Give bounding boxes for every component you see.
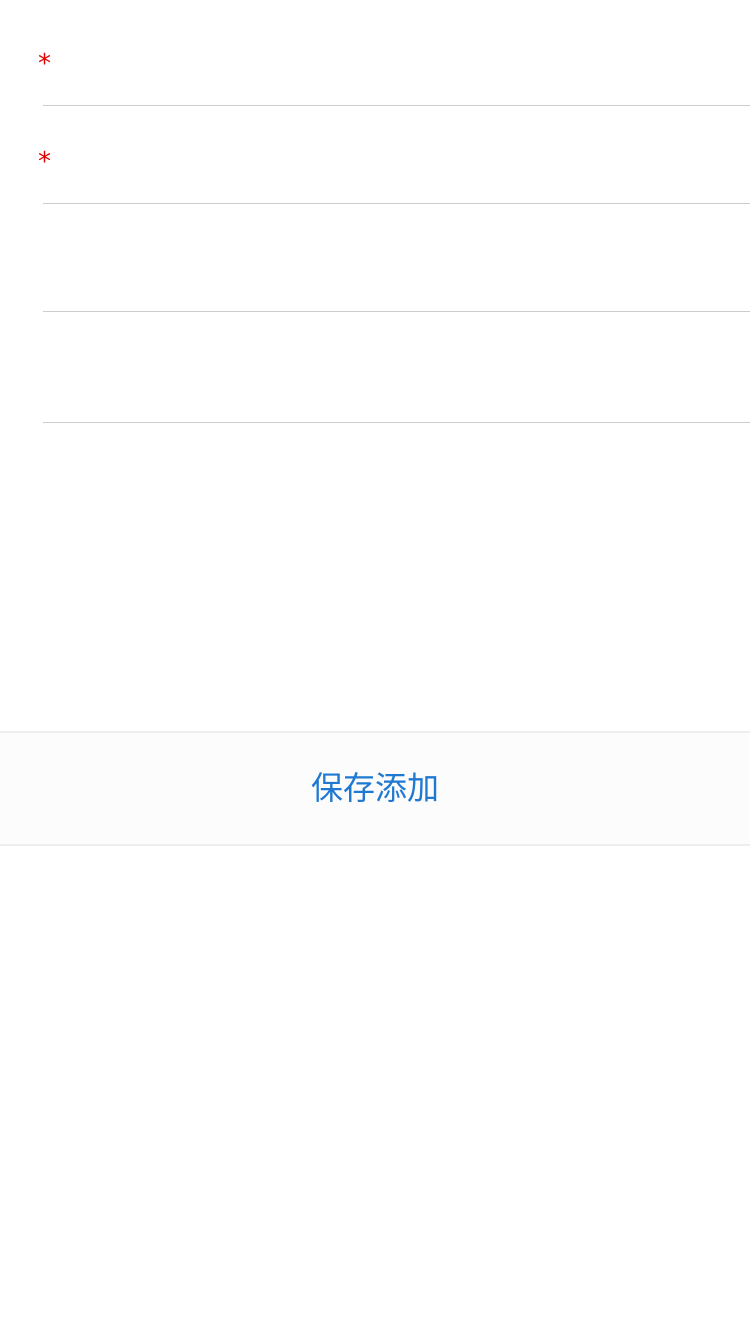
add-form-page: * * 保存添加 [0,0,750,1340]
form-row-3 [0,204,750,312]
bottom-action-bar: 保存添加 [0,731,750,846]
save-add-button[interactable]: 保存添加 [0,733,750,844]
row-divider [43,422,750,423]
field-2-input[interactable] [80,106,720,203]
required-mark: * [38,147,51,177]
field-4-textarea[interactable] [43,322,720,413]
form-row-1: * [0,0,750,106]
field-3-textarea[interactable] [43,214,720,302]
form-row-2: * [0,106,750,204]
required-mark: * [38,49,51,79]
field-1-input[interactable] [80,0,720,105]
add-form: * * [0,0,750,423]
form-row-4 [0,312,750,423]
